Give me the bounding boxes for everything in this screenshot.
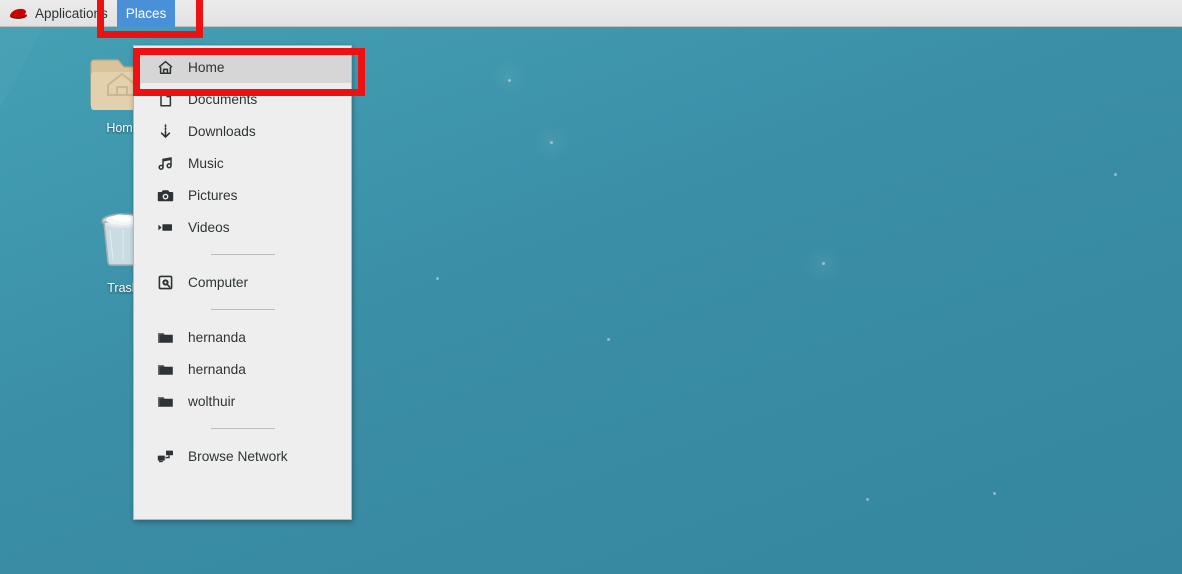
folder-icon <box>156 360 174 378</box>
menu-item-label: Videos <box>188 219 230 235</box>
wallpaper-dot <box>1114 173 1117 176</box>
menu-item-label: Downloads <box>188 123 256 139</box>
menu-item-documents[interactable]: Documents <box>134 83 351 115</box>
menu-item-music[interactable]: Music <box>134 147 351 179</box>
camera-icon <box>156 186 174 204</box>
menu-item-label: Music <box>188 155 224 171</box>
menu-item-bookmark-hernanda-2[interactable]: hernanda <box>134 353 351 385</box>
menu-item-label: Home <box>188 59 225 75</box>
menu-item-label: Pictures <box>188 187 238 203</box>
places-dropdown-menu[interactable]: Home Documents Downloads Music Pictures … <box>133 45 352 520</box>
menu-item-home[interactable]: Home <box>134 51 351 83</box>
applications-menu-button[interactable]: Applications <box>0 0 117 27</box>
menu-item-label: wolthuir <box>188 393 236 409</box>
menu-item-bookmark-hernanda-1[interactable]: hernanda <box>134 321 351 353</box>
wallpaper-dot <box>607 338 610 341</box>
menu-item-bookmark-wolthuir[interactable]: wolthuir <box>134 385 351 417</box>
wallpaper-dot <box>993 492 996 495</box>
home-icon <box>156 58 174 76</box>
wallpaper-dot <box>508 79 511 82</box>
video-icon <box>156 218 174 236</box>
document-icon <box>156 90 174 108</box>
folder-icon <box>156 328 174 346</box>
menu-item-downloads[interactable]: Downloads <box>134 115 351 147</box>
menu-separator <box>210 428 275 429</box>
menu-item-browse-network[interactable]: Browse Network <box>134 440 351 472</box>
applications-menu-label: Applications <box>35 5 108 21</box>
places-menu-label: Places <box>125 5 167 21</box>
menu-item-label: hernanda <box>188 329 246 345</box>
menu-item-pictures[interactable]: Pictures <box>134 179 351 211</box>
redhat-fedora-icon <box>9 7 28 20</box>
menu-item-label: hernanda <box>188 361 246 377</box>
wallpaper-dot <box>822 262 825 265</box>
menu-item-label: Documents <box>188 91 258 107</box>
menu-item-computer[interactable]: Computer <box>134 266 351 298</box>
folder-icon <box>156 392 174 410</box>
music-note-icon <box>156 154 174 172</box>
places-menu-button[interactable]: Places <box>116 0 176 27</box>
wallpaper-dot <box>550 141 553 144</box>
menu-item-label: Computer <box>188 274 249 290</box>
network-icon <box>156 447 174 465</box>
wallpaper-dot <box>436 277 439 280</box>
menu-item-videos[interactable]: Videos <box>134 211 351 243</box>
menu-item-label: Browse Network <box>188 448 288 464</box>
menu-separator <box>210 254 275 255</box>
wallpaper-dot <box>866 498 869 501</box>
computer-icon <box>156 273 174 291</box>
download-icon <box>156 122 174 140</box>
menu-separator <box>210 309 275 310</box>
top-panel: Applications Places <box>0 0 1182 27</box>
